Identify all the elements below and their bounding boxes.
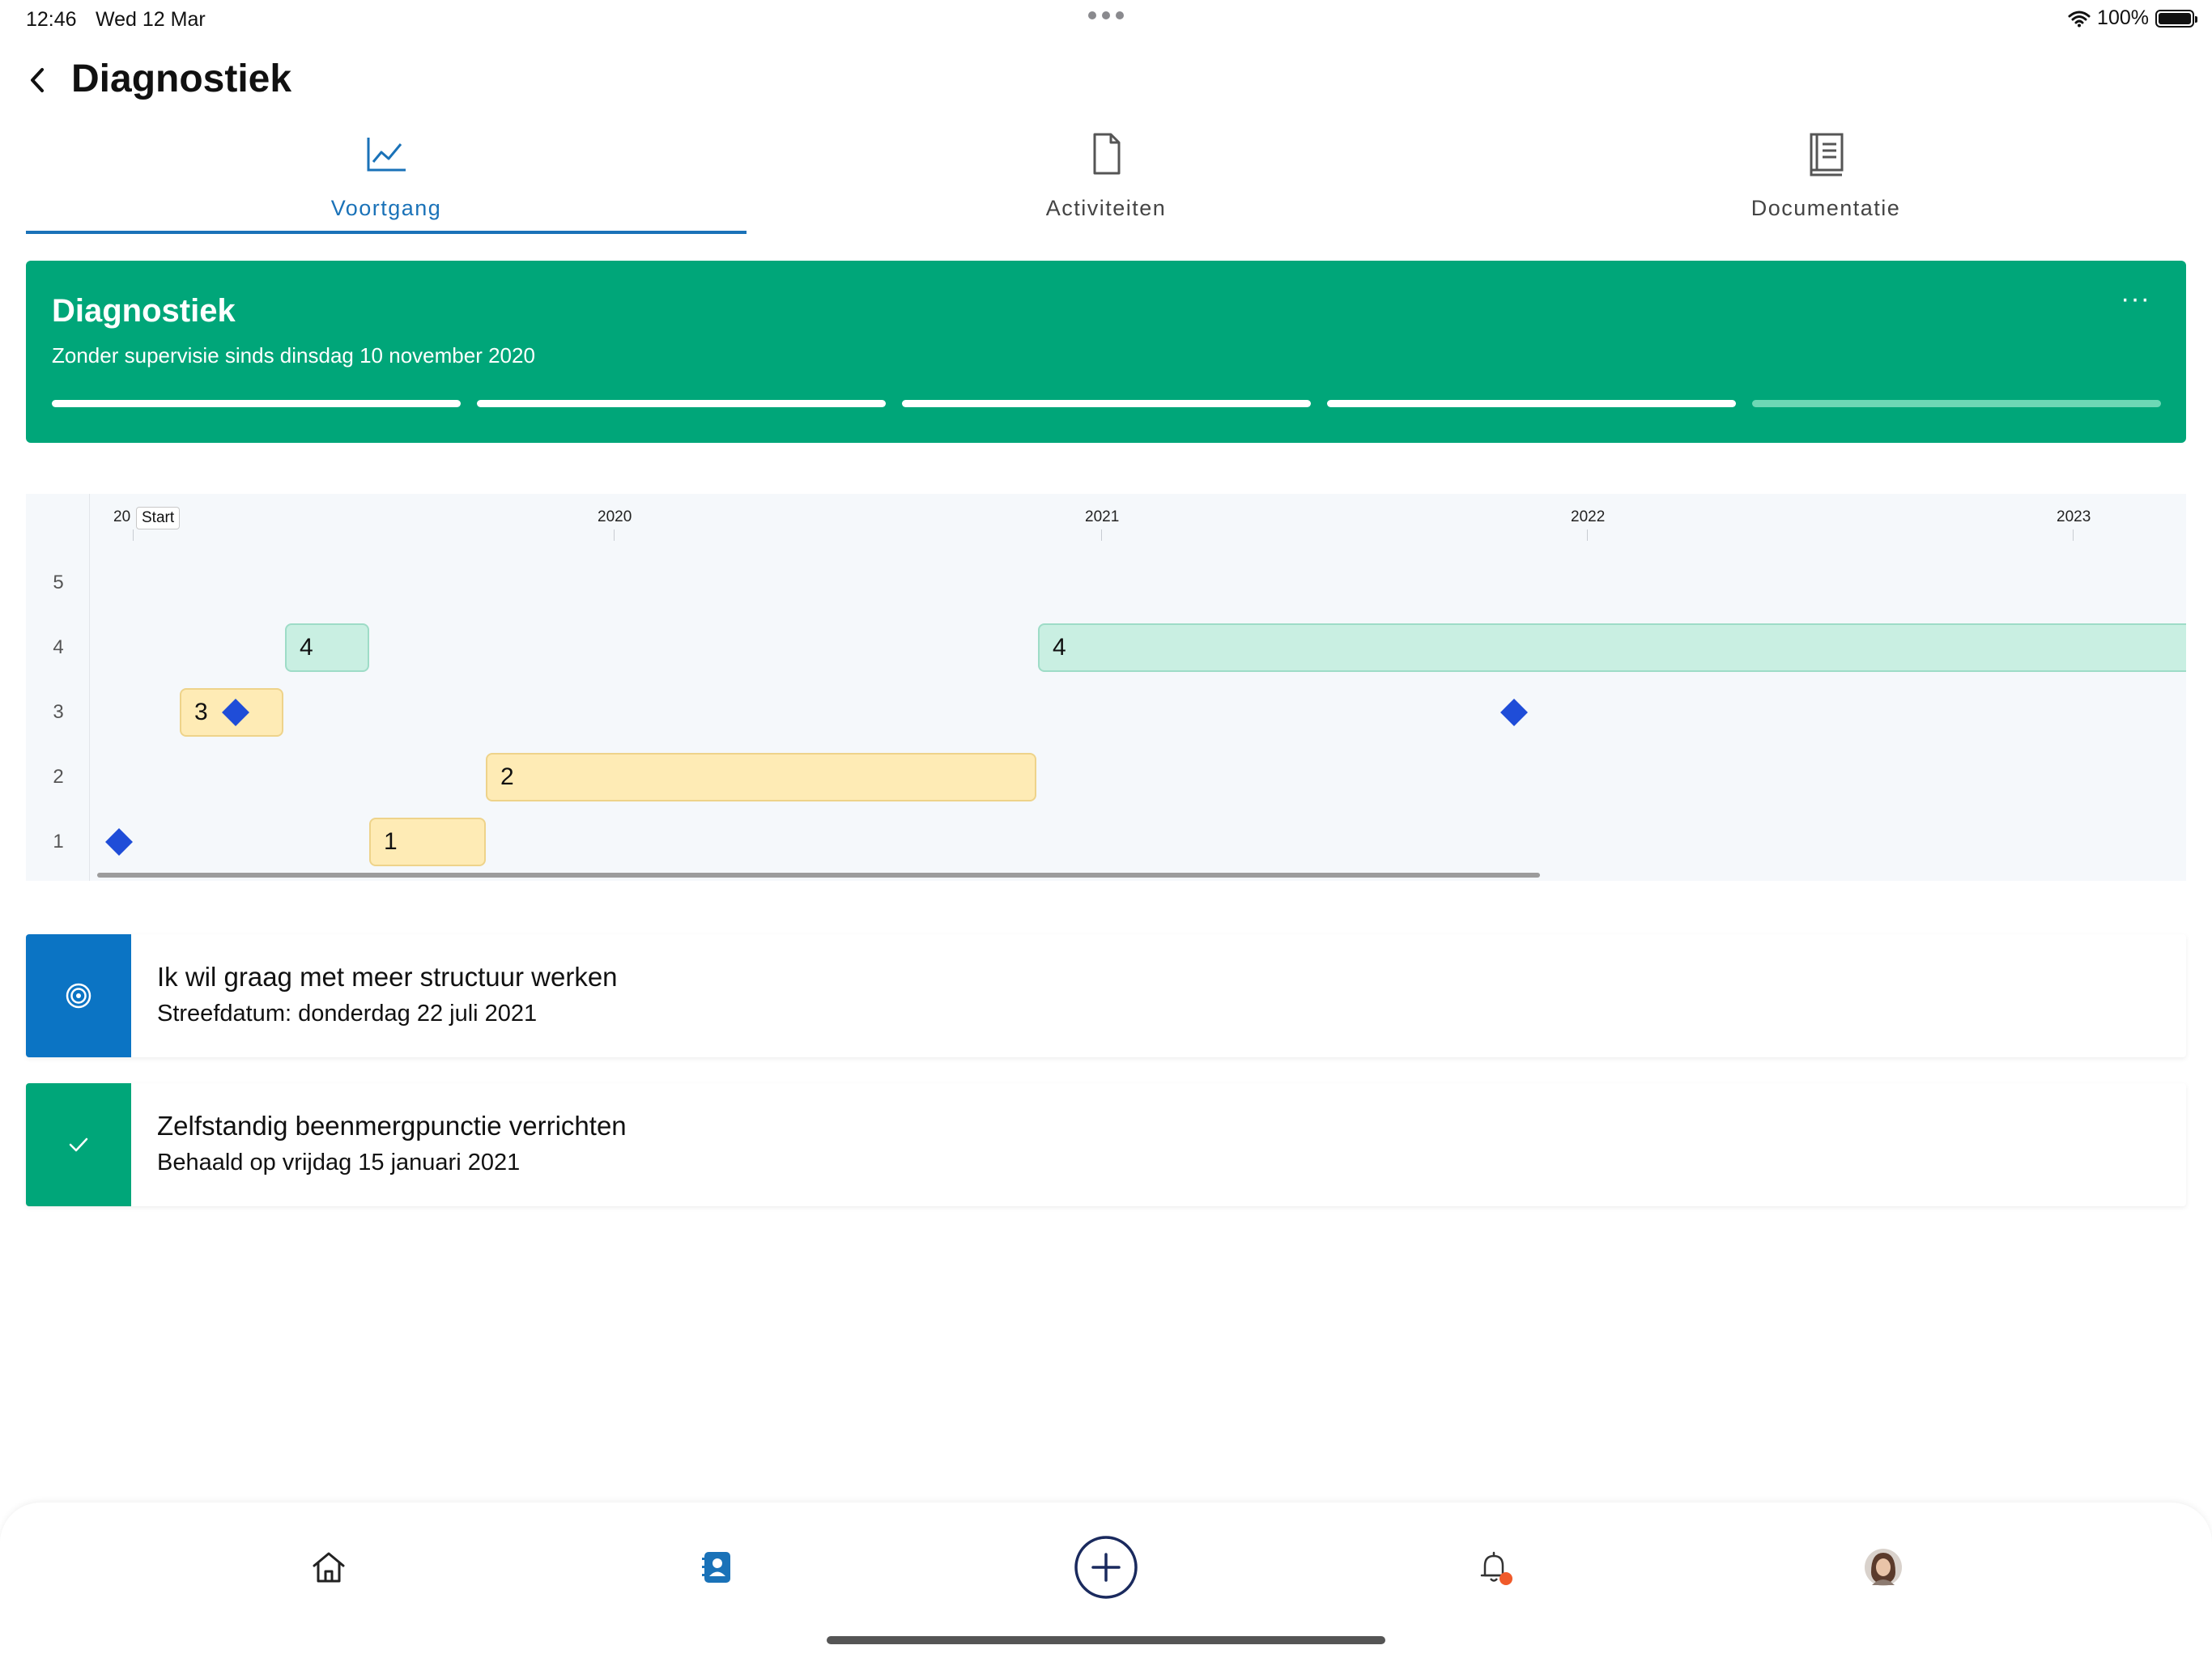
chevron-left-icon bbox=[31, 68, 44, 92]
back-button[interactable] bbox=[23, 62, 55, 99]
y-label-3: 3 bbox=[53, 701, 64, 723]
x-tick bbox=[1587, 529, 1588, 541]
bottom-navigation bbox=[0, 1503, 2212, 1658]
y-label-5: 5 bbox=[53, 572, 64, 593]
status-date: Wed 12 Mar bbox=[96, 8, 206, 31]
timeline-chart[interactable]: 5 4 3 2 1 20 Start 2020 2021 2022 2023 4… bbox=[26, 494, 2186, 881]
progress-segment bbox=[1327, 400, 1736, 407]
tab-label: Activiteiten bbox=[1045, 196, 1167, 220]
tab-label: Documentatie bbox=[1750, 196, 1901, 220]
status-time: 12:46 bbox=[26, 8, 77, 31]
horizontal-scrollbar[interactable] bbox=[97, 873, 1540, 878]
avatar bbox=[1865, 1549, 1902, 1586]
goal-subtitle: Behaald op vrijdag 15 januari 2021 bbox=[157, 1150, 521, 1175]
battery-icon bbox=[2155, 9, 2197, 28]
target-icon bbox=[66, 983, 91, 1009]
progress-segment bbox=[477, 400, 886, 407]
tab-activiteiten[interactable]: Activiteiten bbox=[746, 121, 1466, 235]
wifi-icon bbox=[2068, 11, 2091, 27]
progress-card[interactable]: Diagnostiek Zonder supervisie sinds dins… bbox=[26, 261, 2186, 443]
progress-segment bbox=[52, 400, 461, 407]
more-options-button[interactable]: ··· bbox=[2121, 283, 2150, 315]
start-marker-label: Start bbox=[136, 507, 181, 529]
milestone-diamond[interactable] bbox=[1500, 699, 1528, 726]
x-label-2022: 2022 bbox=[1571, 508, 1606, 525]
timeline-bar-level-4[interactable]: 4 bbox=[285, 623, 369, 672]
x-tick bbox=[614, 529, 615, 541]
progress-segment-remaining bbox=[1752, 400, 2161, 407]
tab-label: Voortgang bbox=[330, 196, 442, 220]
y-label-4: 4 bbox=[53, 636, 64, 658]
timeline-bar-level-1[interactable]: 1 bbox=[369, 818, 486, 866]
x-label-2020: 2020 bbox=[598, 508, 632, 525]
nav-home[interactable] bbox=[296, 1535, 361, 1600]
progress-segment bbox=[902, 400, 1311, 407]
x-tick bbox=[1101, 529, 1102, 541]
line-chart-icon bbox=[367, 138, 406, 172]
status-indicators: 100% bbox=[2068, 6, 2197, 30]
goal-icon-container bbox=[26, 934, 131, 1057]
nav-profile[interactable] bbox=[1851, 1535, 1916, 1600]
goal-title: Zelfstandig beenmergpunctie verrichten bbox=[157, 1111, 627, 1141]
timeline-bar-level-4[interactable]: 4 bbox=[1038, 623, 2186, 672]
home-icon bbox=[313, 1552, 345, 1583]
battery-percentage: 100% bbox=[2097, 6, 2149, 29]
milestone-diamond[interactable] bbox=[105, 828, 133, 856]
home-indicator[interactable] bbox=[827, 1636, 1385, 1644]
goal-icon-container bbox=[26, 1083, 131, 1206]
notebook-icon bbox=[1810, 133, 1844, 176]
nav-add[interactable] bbox=[1074, 1535, 1138, 1600]
tab-voortgang[interactable]: Voortgang bbox=[26, 121, 747, 235]
x-label-2021: 2021 bbox=[1085, 508, 1120, 525]
document-icon bbox=[1093, 133, 1121, 175]
tab-documentatie[interactable]: Documentatie bbox=[1465, 121, 2186, 235]
y-label-2: 2 bbox=[53, 766, 64, 788]
goal-item[interactable]: Zelfstandig beenmergpunctie verrichten B… bbox=[26, 1083, 2186, 1206]
x-label-2019: 20 bbox=[113, 508, 131, 525]
goal-subtitle: Streefdatum: donderdag 22 juli 2021 bbox=[157, 1001, 538, 1027]
nav-notifications[interactable] bbox=[1462, 1535, 1527, 1600]
timeline-bar-level-2[interactable]: 2 bbox=[486, 753, 1036, 801]
goal-title: Ik wil graag met meer structuur werken bbox=[157, 962, 618, 992]
nav-contacts[interactable] bbox=[685, 1535, 750, 1600]
x-tick bbox=[2073, 529, 2074, 541]
x-label-2023: 2023 bbox=[2057, 508, 2091, 525]
y-label-1: 1 bbox=[53, 831, 64, 852]
add-circle-icon bbox=[1074, 1536, 1138, 1599]
active-tab-indicator bbox=[26, 231, 747, 234]
contacts-icon bbox=[702, 1552, 730, 1583]
page-title: Diagnostiek bbox=[71, 57, 292, 100]
multitasking-dots-icon[interactable] bbox=[1088, 11, 1124, 19]
x-tick bbox=[133, 529, 134, 541]
bell-icon bbox=[1480, 1551, 1512, 1585]
card-subtitle: Zonder supervisie sinds dinsdag 10 novem… bbox=[52, 343, 535, 368]
check-icon bbox=[69, 1137, 88, 1152]
goal-item[interactable]: Ik wil graag met meer structuur werken S… bbox=[26, 934, 2186, 1057]
card-title: Diagnostiek bbox=[52, 293, 236, 329]
y-axis-line bbox=[89, 494, 90, 881]
